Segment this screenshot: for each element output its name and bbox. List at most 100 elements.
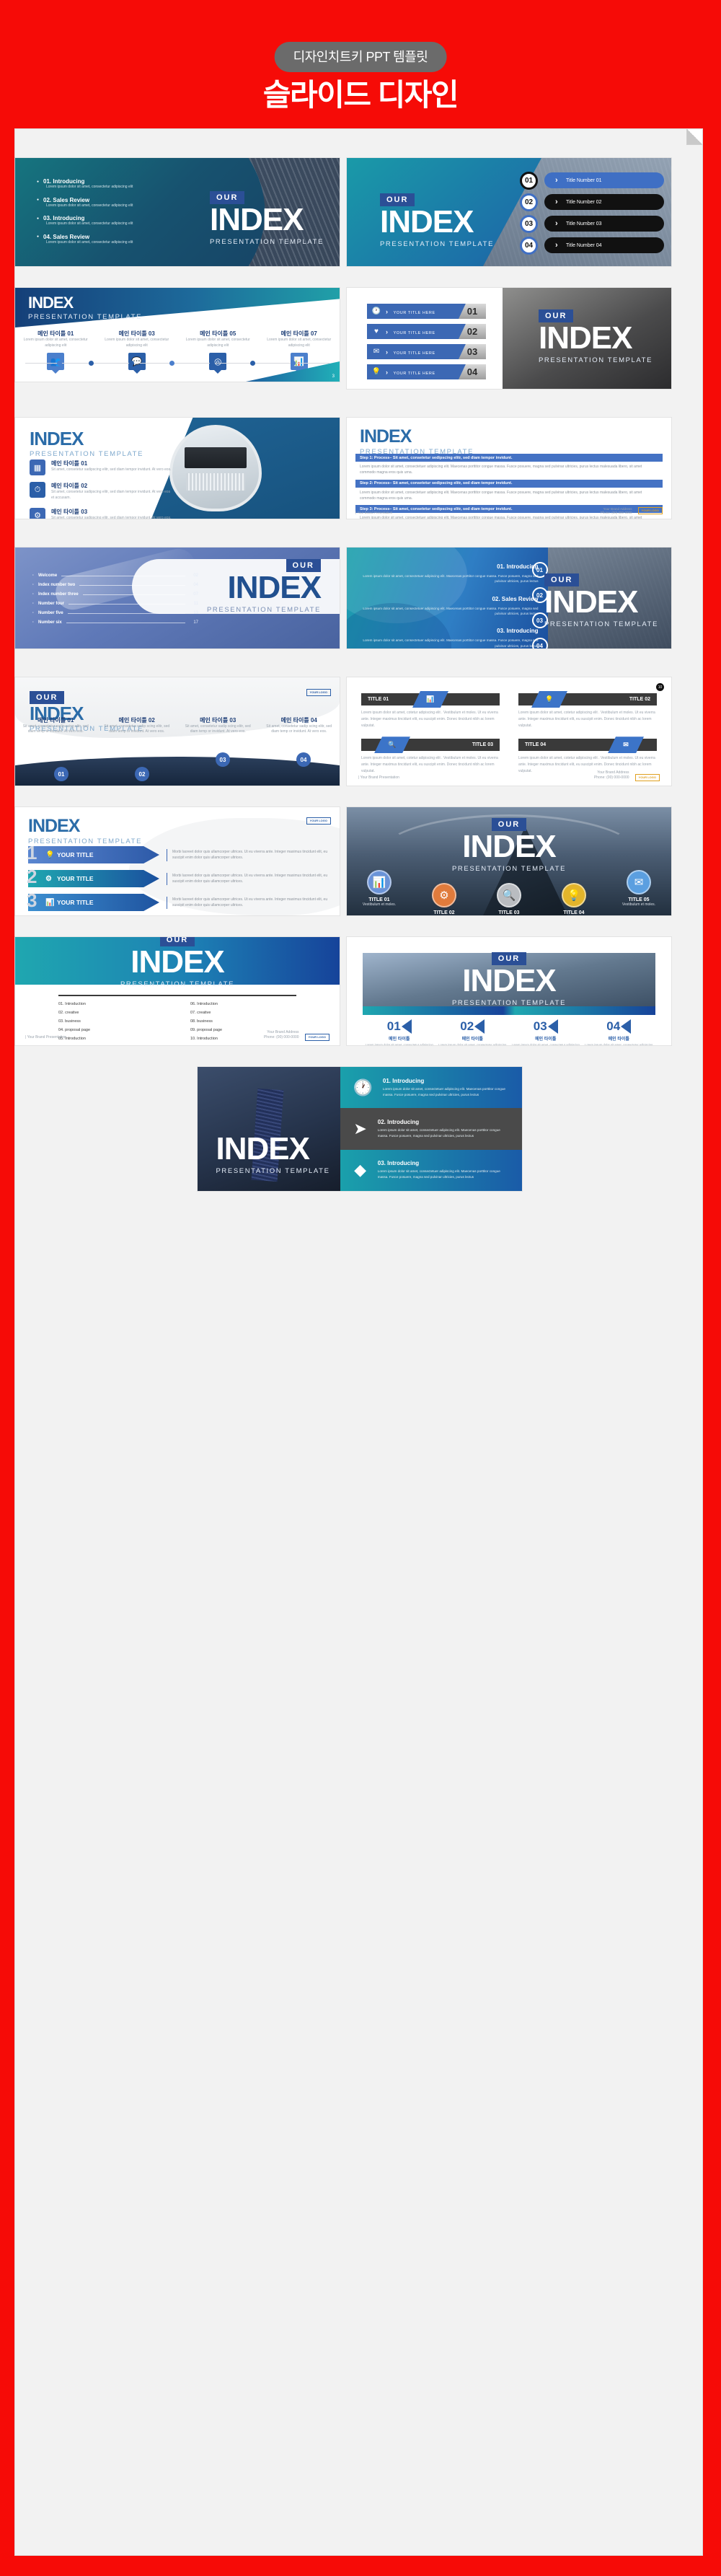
index-heading: INDEX (380, 204, 474, 239)
index-row-page: 17 (193, 620, 198, 625)
accent-stripe (363, 1006, 655, 1015)
list-item[interactable]: 03. business (58, 1019, 164, 1024)
slide-wave-columns[interactable]: OUR INDEX PRESENTATION TEMPLATE YOUR LOG… (15, 677, 340, 786)
stopwatch-icon: ⏱ (30, 482, 45, 498)
card[interactable]: TITLE 04 ✉ Lorem ipsum dolor sit amet, cot… (518, 737, 657, 774)
step-number: 02 (460, 1019, 474, 1033)
step-item[interactable]: 04 메인 타이틀 Lorem ipsum dolor sit amet, cons… (583, 1019, 656, 1045)
bar-label: YOUR TITLE HERE (386, 369, 435, 376)
step-number: 01 (386, 1019, 401, 1033)
timeline-item: 메인 타이틀 07 Lorem ipsum dolor sit amet, con… (259, 330, 340, 370)
index-heading: INDEX (28, 816, 80, 836)
index-row-label: Number four (38, 602, 64, 606)
list-item: ▦ 메인 타이틀 01 Sit amet, consetetur sadipscin… (30, 460, 174, 475)
bar-item[interactable]: 🕐 YOUR TITLE HERE 01 (367, 304, 486, 319)
card[interactable]: 🔍 TITLE 03 Lorem ipsum dolor sit amet, cot… (361, 737, 500, 774)
slide-circular-network[interactable]: OUR INDEX PRESENTATION TEMPLATE 📊 TITLE 0… (347, 807, 671, 915)
node-sub: Vestibulum et moles. (622, 902, 656, 907)
index-subheading: PRESENTATION TEMPLATE (216, 1167, 330, 1175)
index-heading: INDEX (227, 570, 322, 605)
list-item[interactable]: 02. creative (58, 1011, 164, 1015)
card[interactable]: TITLE 01 📊 Lorem ipsum dolor sit amet, cot… (361, 691, 500, 729)
index-row: · Index number two 04 (32, 583, 198, 587)
column-item: 메인 타이틀 04 Sit amet, consetetur sadip scin… (266, 716, 332, 734)
step-item[interactable]: 01 메인 타이틀 Lorem ipsum dolor sit amet, cons… (363, 1019, 436, 1045)
gear-icon: ⚙ (30, 507, 45, 519)
arrow-row[interactable]: 3 📊 YOUR TITLE Morbi laoreet dolor quis ull… (27, 889, 329, 911)
slide-numbered-circles[interactable]: 01. Introducing Lorem ipsum dolor sit ame… (347, 548, 671, 649)
slide-welcome-index[interactable]: OUR INDEX PRESENTATION TEMPLATE · Welcome… (15, 548, 340, 649)
slide-index-list[interactable]: 01. IntroducingLorem ipsum dolor sit ame… (15, 158, 340, 266)
slide-index-toc[interactable]: OUR INDEX PRESENTATION TEMPLATE 01. Intr… (15, 937, 340, 1045)
pill-item[interactable]: Title Number 04 04 (520, 237, 664, 255)
list-item[interactable]: 01. Introduction (58, 1002, 164, 1006)
feature-row[interactable]: 🕐 01. Introducing Lorem ipsum dolor sit am… (340, 1067, 522, 1109)
pill-item[interactable]: Title Number 02 02 (520, 193, 664, 211)
list-item[interactable]: 07. creative (190, 1011, 296, 1015)
bar-item[interactable]: ✉ YOUR TITLE HERE 03 (367, 344, 486, 359)
brand-block: INDEX PRESENTATION TEMPLATE (30, 429, 143, 458)
index-heading: INDEX (462, 829, 556, 864)
feature-row[interactable]: ◆ 03. Introducing Lorem ipsum dolor sit am… (340, 1149, 522, 1191)
users-icon (401, 1019, 412, 1034)
card[interactable]: 💡 TITLE 02 Lorem ipsum dolor sit amet, cot… (518, 691, 657, 729)
feature-list: ▦ 메인 타이틀 01 Sit amet, consetetur sadipscin… (30, 460, 174, 519)
brand-block: OUR INDEX PRESENTATION TEMPLATE (210, 190, 324, 246)
chart-icon (547, 1019, 558, 1034)
clock-icon: 🕐 (371, 307, 381, 315)
node-item[interactable]: ✉ TITLE 05 Vestibulum et moles. (614, 870, 664, 907)
send-icon: ➤ (353, 1119, 367, 1138)
slide-title-pills[interactable]: OUR INDEX PRESENTATION TEMPLATE Title Nu… (347, 158, 671, 266)
node-item[interactable]: 🔍TITLE 03Vestibulum et moles. (484, 883, 534, 915)
divider (58, 995, 296, 996)
arrow-body: Morbi laoreet dolor quis ullamcorper ult… (167, 848, 329, 861)
bar-item[interactable]: 💡 YOUR TITLE HERE 04 (367, 364, 486, 379)
chart-icon: 📊 (45, 898, 55, 907)
footer-left: | Your Brand Presentation (355, 511, 393, 514)
index-row-label: Number five (38, 611, 63, 615)
slide-arrow-list[interactable]: INDEX PRESENTATION TEMPLATE YOUR LOGO 1 💡… (15, 807, 340, 915)
column-item: 메인 타이틀 02 Sit amet, consetetur sadip scin… (104, 716, 170, 734)
pill-number: 02 (520, 193, 538, 211)
step-desc: Lorem ipsum dolor sit amet, consectetur … (365, 1043, 433, 1045)
slide-title-cards[interactable]: 10 TITLE 01 📊 Lorem ipsum dolor sit amet, … (347, 677, 671, 786)
slide-suit-rows[interactable]: INDEX PRESENTATION TEMPLATE 🕐 01. Introdu… (197, 1067, 522, 1191)
step-item[interactable]: 02 메인 타이틀 Lorem ipsum dolor sit amet, cons… (436, 1019, 510, 1045)
node-item[interactable]: ⚙TITLE 02Vestibulum et moles. (419, 883, 469, 915)
arrow-label: YOUR TITLE (57, 851, 94, 858)
timeline-item: 메인 타이틀 03 Lorem ipsum dolor sit amet, con… (97, 330, 178, 370)
index-row-page: 02 (193, 573, 198, 578)
row-title: 03. Introducing (377, 1160, 420, 1167)
pill-item[interactable]: Title Number 01 01 (520, 172, 664, 190)
index-heading: INDEX (216, 1131, 310, 1166)
card-body: Lorem ipsum dolor sit amet, cotetur adip… (361, 711, 498, 728)
list-item[interactable]: 08. business (190, 1019, 296, 1024)
logo-placeholder: YOUR LOGO (306, 817, 331, 825)
node-item[interactable]: 📊 TITLE 01 Vestibulum et moles. (354, 870, 404, 907)
list-item: 02. Sales ReviewLorem ipsum dolor sit am… (363, 595, 539, 616)
index-heading: INDEX (30, 428, 84, 449)
gears-icon: ⚙ (432, 883, 456, 907)
row-desc: Lorem ipsum dolor sit amet, consectetuer… (382, 1086, 505, 1096)
arrow-row[interactable]: 1 💡 YOUR TITLE Morbi laoreet dolor quis ull… (27, 842, 329, 863)
bulb-icon: 💡 (45, 850, 55, 859)
pill-item[interactable]: Title Number 03 03 (520, 215, 664, 233)
slide-step-list[interactable]: INDEX PRESENTATION TEMPLATE Step 1: Proc… (347, 418, 671, 519)
slide-icon-list[interactable]: INDEX PRESENTATION TEMPLATE ▦ 메인 타이틀 01 Si… (15, 418, 340, 519)
slide-timeline[interactable]: INDEX PRESENTATION TEMPLATE 메인 타이틀 01 Lor… (15, 288, 340, 382)
step-item[interactable]: 03 메인 타이틀 Lorem ipsum dolor sit amet, cons… (509, 1019, 583, 1045)
node-item[interactable]: 💡TITLE 04Vestibulum et moles. (549, 883, 599, 915)
slide-your-title-bars[interactable]: 🕐 YOUR TITLE HERE 01 ♥ YOUR TITLE HERE 02 ✉ Y… (347, 288, 671, 389)
step-label: 메인 타이틀 (461, 1037, 483, 1042)
feature-row[interactable]: ➤ 02. Introducing Lorem ipsum dolor sit am… (340, 1108, 522, 1150)
bulb-icon: 💡 (562, 883, 586, 907)
list-item[interactable]: 06. Introduction (190, 1002, 296, 1006)
row-desc: Lorem ipsum dolor sit amet, consectetuer… (377, 1128, 500, 1138)
arrow-body: Morbi laoreet dolor quis ullamcorper ult… (167, 896, 329, 909)
mail-icon: ✉ (373, 348, 380, 356)
slide-step-arrows[interactable]: OUR INDEX PRESENTATION TEMPLATE 01 메인 타이틀… (347, 937, 671, 1045)
arrow-row[interactable]: 2 ⚙ YOUR TITLE Morbi laoreet dolor quis ull… (27, 866, 329, 887)
step-number: 03 (533, 1019, 547, 1033)
pill-number: 03 (520, 215, 538, 233)
bar-item[interactable]: ♥ YOUR TITLE HERE 02 (367, 324, 486, 339)
